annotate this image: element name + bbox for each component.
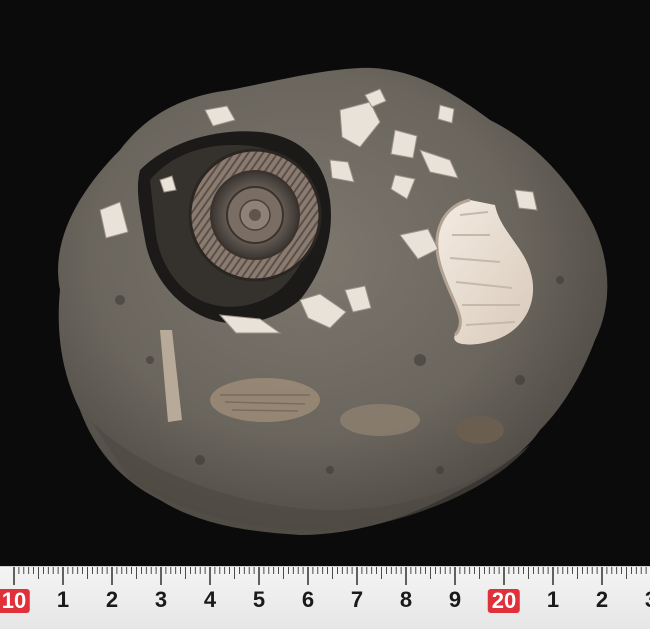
ruler-label: 1 [546, 587, 560, 612]
ruler-label: 2 [595, 587, 609, 612]
ruler-label: 1 [56, 587, 70, 612]
ruler-label: 2 [105, 587, 119, 612]
ruler-label: 9 [448, 587, 462, 612]
fossil-photo [58, 67, 608, 535]
measuring-ruler: 10 1 2 3 4 5 6 7 8 9 20 1 2 3 [0, 566, 650, 629]
ruler-label: 4 [203, 587, 217, 612]
ruler-label: 3 [645, 589, 650, 611]
ruler-label: 7 [350, 587, 364, 612]
ruler-label: 6 [301, 587, 315, 612]
ruler-label: 20 [487, 589, 521, 613]
ruler-label: 3 [154, 587, 168, 612]
ruler-label: 10 [0, 589, 31, 613]
ruler-label: 5 [252, 587, 266, 612]
ruler-label: 8 [399, 587, 413, 612]
ammonite-main [188, 148, 322, 282]
